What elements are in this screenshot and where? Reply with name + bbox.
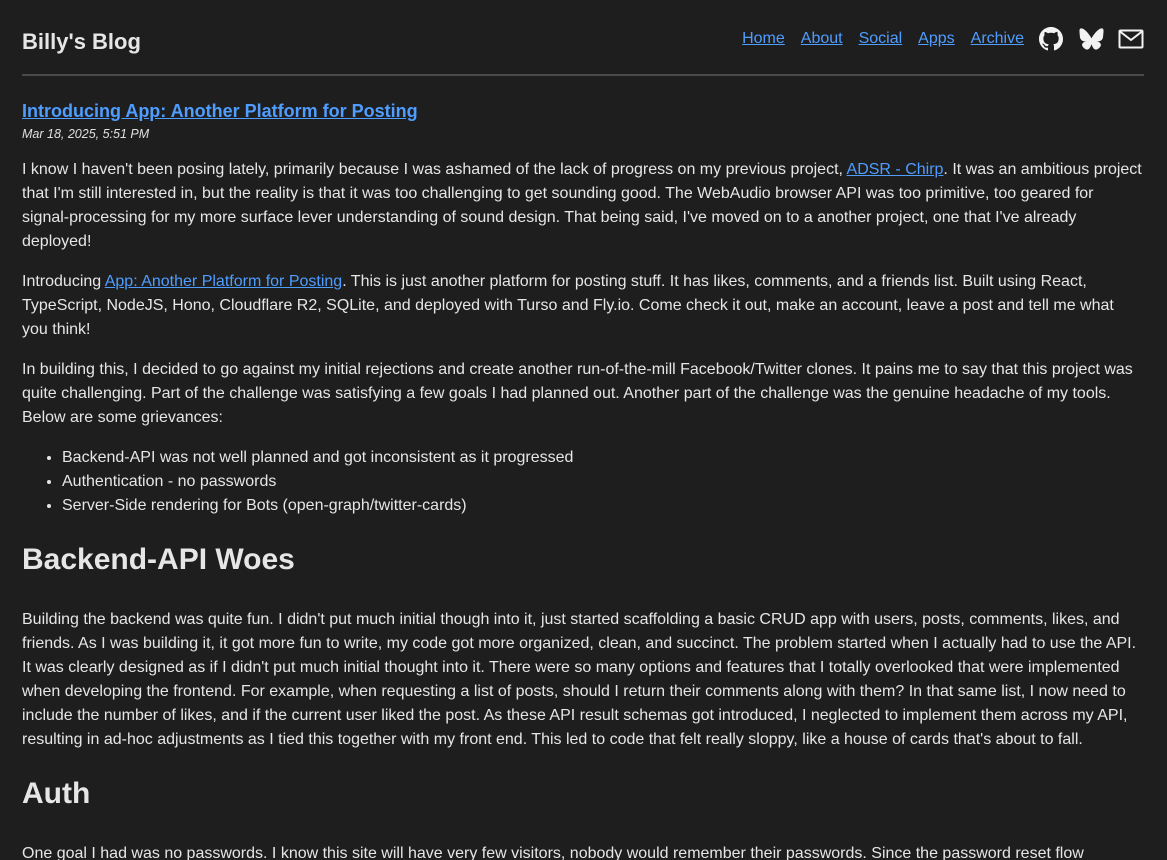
paragraph-text: Introducing <box>22 273 105 290</box>
adsr-chirp-link[interactable]: ADSR - Chirp <box>847 161 944 178</box>
mail-icon <box>1118 29 1144 49</box>
post-date: Mar 18, 2025, 5:51 PM <box>22 127 150 141</box>
paragraph-challenges: In building this, I decided to go agains… <box>22 361 1133 426</box>
grievance-list: Backend-API was not well planned and got… <box>22 446 1144 518</box>
nav-social-link[interactable]: Social <box>859 26 903 52</box>
heading-auth: Auth <box>22 777 91 810</box>
site-header: Billy's Blog Home About Social Apps Arch… <box>22 0 1144 76</box>
list-item: Server-Side rendering for Bots (open-gra… <box>62 494 1144 518</box>
paragraph-backend: Building the backend was quite fun. I di… <box>22 611 1137 748</box>
paragraph-app-intro: Introducing App: Another Platform for Po… <box>22 270 1144 342</box>
nav-home-link[interactable]: Home <box>742 26 785 52</box>
paragraph-intro: I know I haven't been posing lately, pri… <box>22 158 1144 254</box>
heading-backend-api-woes: Backend-API Woes <box>22 543 295 576</box>
nav-apps-link[interactable]: Apps <box>918 26 954 52</box>
list-item: Backend-API was not well planned and got… <box>62 446 1144 470</box>
mail-link[interactable] <box>1118 26 1144 52</box>
github-icon <box>1039 27 1063 51</box>
bluesky-link[interactable] <box>1078 26 1104 52</box>
post-title-link[interactable]: Introducing App: Another Platform for Po… <box>22 101 418 121</box>
paragraph-text: I know I haven't been posing lately, pri… <box>22 161 847 178</box>
nav-about-link[interactable]: About <box>801 26 843 52</box>
paragraph-auth: One goal I had was no passwords. I know … <box>22 845 1084 860</box>
main-nav: Home About Social Apps Archive <box>742 26 1144 52</box>
site-title[interactable]: Billy's Blog <box>22 29 141 55</box>
list-item: Authentication - no passwords <box>62 470 1144 494</box>
post-title: Introducing App: Another Platform for Po… <box>22 100 418 122</box>
app-link[interactable]: App: Another Platform for Posting <box>105 273 342 290</box>
bluesky-icon <box>1078 28 1104 50</box>
nav-archive-link[interactable]: Archive <box>971 26 1024 52</box>
page: Billy's Blog Home About Social Apps Arch… <box>22 0 1144 860</box>
post-content: I know I haven't been posing lately, pri… <box>22 158 1144 860</box>
github-link[interactable] <box>1038 26 1064 52</box>
